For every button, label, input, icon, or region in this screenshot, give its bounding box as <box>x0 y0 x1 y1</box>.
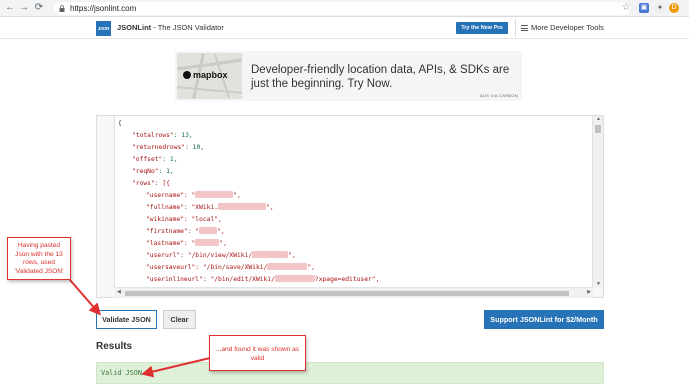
arrow-to-validate <box>69 279 101 316</box>
redacted-value <box>252 251 289 258</box>
code-line[interactable]: 13"usersaveurl": "/bin/save/XWiki/", <box>115 262 593 274</box>
code-line[interactable]: 12"userurl": "/bin/view/XWiki/", <box>115 250 593 262</box>
code-text: "userurl": "/bin/view/XWiki/", <box>146 251 296 259</box>
browser-toolbar: ← → ⟳ https://jsonlint.com ☆ ▣ ● D <box>0 0 689 17</box>
site-title: JSONLint - The JSON Validator <box>117 23 224 32</box>
more-tools-label: More Developer Tools <box>531 23 604 32</box>
code-line[interactable]: 11"lastname": "", <box>115 238 593 250</box>
redacted-value <box>274 275 315 282</box>
code-text: "wikiname": "local", <box>146 216 222 223</box>
scroll-left-icon[interactable]: ◀ <box>117 289 121 295</box>
code-line[interactable]: 10"firstname": "", <box>115 226 593 238</box>
address-bar[interactable]: https://jsonlint.com <box>54 2 630 15</box>
scroll-up-icon[interactable]: ▲ <box>593 116 604 122</box>
mapbox-logo: mapbox <box>183 70 228 80</box>
horizontal-scroll-thumb[interactable] <box>125 291 569 296</box>
code-line[interactable]: 4"offset": 1, <box>115 154 593 166</box>
code-text: "lastname": " ", <box>146 239 227 247</box>
lock-icon <box>59 5 65 12</box>
code-text: "reqNo": 1, <box>132 168 174 175</box>
vertical-scroll-thumb[interactable] <box>595 125 601 133</box>
code-line[interactable]: 6▾"rows": [{ <box>115 178 593 190</box>
code-line[interactable]: 8"fullname": "XWiki.", <box>115 202 593 214</box>
annotation-callout-validate: Having pasted Json with the 13 rows, use… <box>7 237 71 280</box>
code-text: "totalrows": 13, <box>132 132 193 139</box>
avatar[interactable]: D <box>669 3 679 13</box>
menu-icon <box>521 24 528 33</box>
carbon-ad[interactable]: mapbox Developer-friendly location data,… <box>175 51 522 101</box>
redacted-value <box>195 239 220 246</box>
vertical-scrollbar[interactable]: ▲ ▼ <box>592 116 603 287</box>
code-line[interactable]: 9"wikiname": "local", <box>115 214 593 226</box>
result-message: Valid JSON <box>96 362 604 384</box>
scroll-down-icon[interactable]: ▼ <box>593 281 604 287</box>
extension-icon-2[interactable]: ● <box>655 3 665 13</box>
back-icon[interactable]: ← <box>4 2 16 14</box>
code-text: "offset": 1, <box>132 156 178 163</box>
try-pro-button[interactable]: Try the New Pro <box>456 22 508 34</box>
json-editor[interactable]: 1▾{2"totalrows": 13,3"returnedrows": 10,… <box>96 115 604 298</box>
code-text: "returnedrows": 10, <box>132 144 205 151</box>
extension-icon[interactable]: ▣ <box>639 3 649 13</box>
code-line[interactable]: 5"reqNo": 1, <box>115 166 593 178</box>
redacted-value <box>267 263 308 270</box>
support-button[interactable]: Support JSONLint for $2/Month <box>484 310 604 329</box>
jsonlint-logo[interactable]: JSON <box>96 21 111 36</box>
code-text: "fullname": "XWiki. ", <box>146 203 274 211</box>
code-line[interactable]: 1▾{ <box>115 118 593 130</box>
code-text: "userinlineurl": "/bin/edit/XWiki/?xpage… <box>146 275 380 283</box>
validate-json-button[interactable]: Validate JSON <box>96 310 157 329</box>
bookmark-star-icon[interactable]: ☆ <box>620 2 632 14</box>
code-line[interactable]: 3"returnedrows": 10, <box>115 142 593 154</box>
forward-icon[interactable]: → <box>18 2 30 14</box>
clear-button[interactable]: Clear <box>163 310 196 329</box>
annotation-callout-result: ...and found it was shown as valid <box>209 335 306 371</box>
code-text: "username": " ", <box>146 191 241 199</box>
url-text: https://jsonlint.com <box>70 4 137 13</box>
brand-name[interactable]: JSONLint <box>117 23 151 32</box>
tagline: - The JSON Validator <box>151 23 224 32</box>
redacted-value <box>218 203 267 210</box>
code-text: { <box>118 120 122 127</box>
reload-icon[interactable]: ⟳ <box>33 2 45 14</box>
site-header: JSON JSONLint - The JSON Validator Try t… <box>0 17 689 39</box>
redacted-value <box>195 191 234 198</box>
code-text: "rows": [{ <box>132 180 170 187</box>
results-heading: Results <box>96 341 133 352</box>
ad-via-carbon[interactable]: ADS VIA CARBON <box>480 93 518 98</box>
code-line[interactable]: 2"totalrows": 13, <box>115 130 593 142</box>
scroll-right-icon[interactable]: ▶ <box>587 289 591 295</box>
code-text: "firstname": " ", <box>146 227 225 235</box>
ad-image[interactable]: mapbox <box>177 53 242 99</box>
code-line[interactable]: 7"username": "", <box>115 190 593 202</box>
header-divider <box>515 19 516 37</box>
redacted-value <box>199 227 218 234</box>
line-number-gutter <box>97 116 115 287</box>
code-line[interactable]: 14"userinlineurl": "/bin/edit/XWiki/?xpa… <box>115 274 593 286</box>
code-area[interactable]: 1▾{2"totalrows": 13,3"returnedrows": 10,… <box>115 116 593 287</box>
code-text: "usersaveurl": "/bin/save/XWiki/", <box>146 263 315 271</box>
horizontal-scrollbar[interactable]: ◀ ▶ <box>115 287 593 298</box>
ad-text[interactable]: Developer-friendly location data, APIs, … <box>251 63 516 91</box>
more-tools-menu[interactable]: More Developer Tools <box>521 23 604 33</box>
